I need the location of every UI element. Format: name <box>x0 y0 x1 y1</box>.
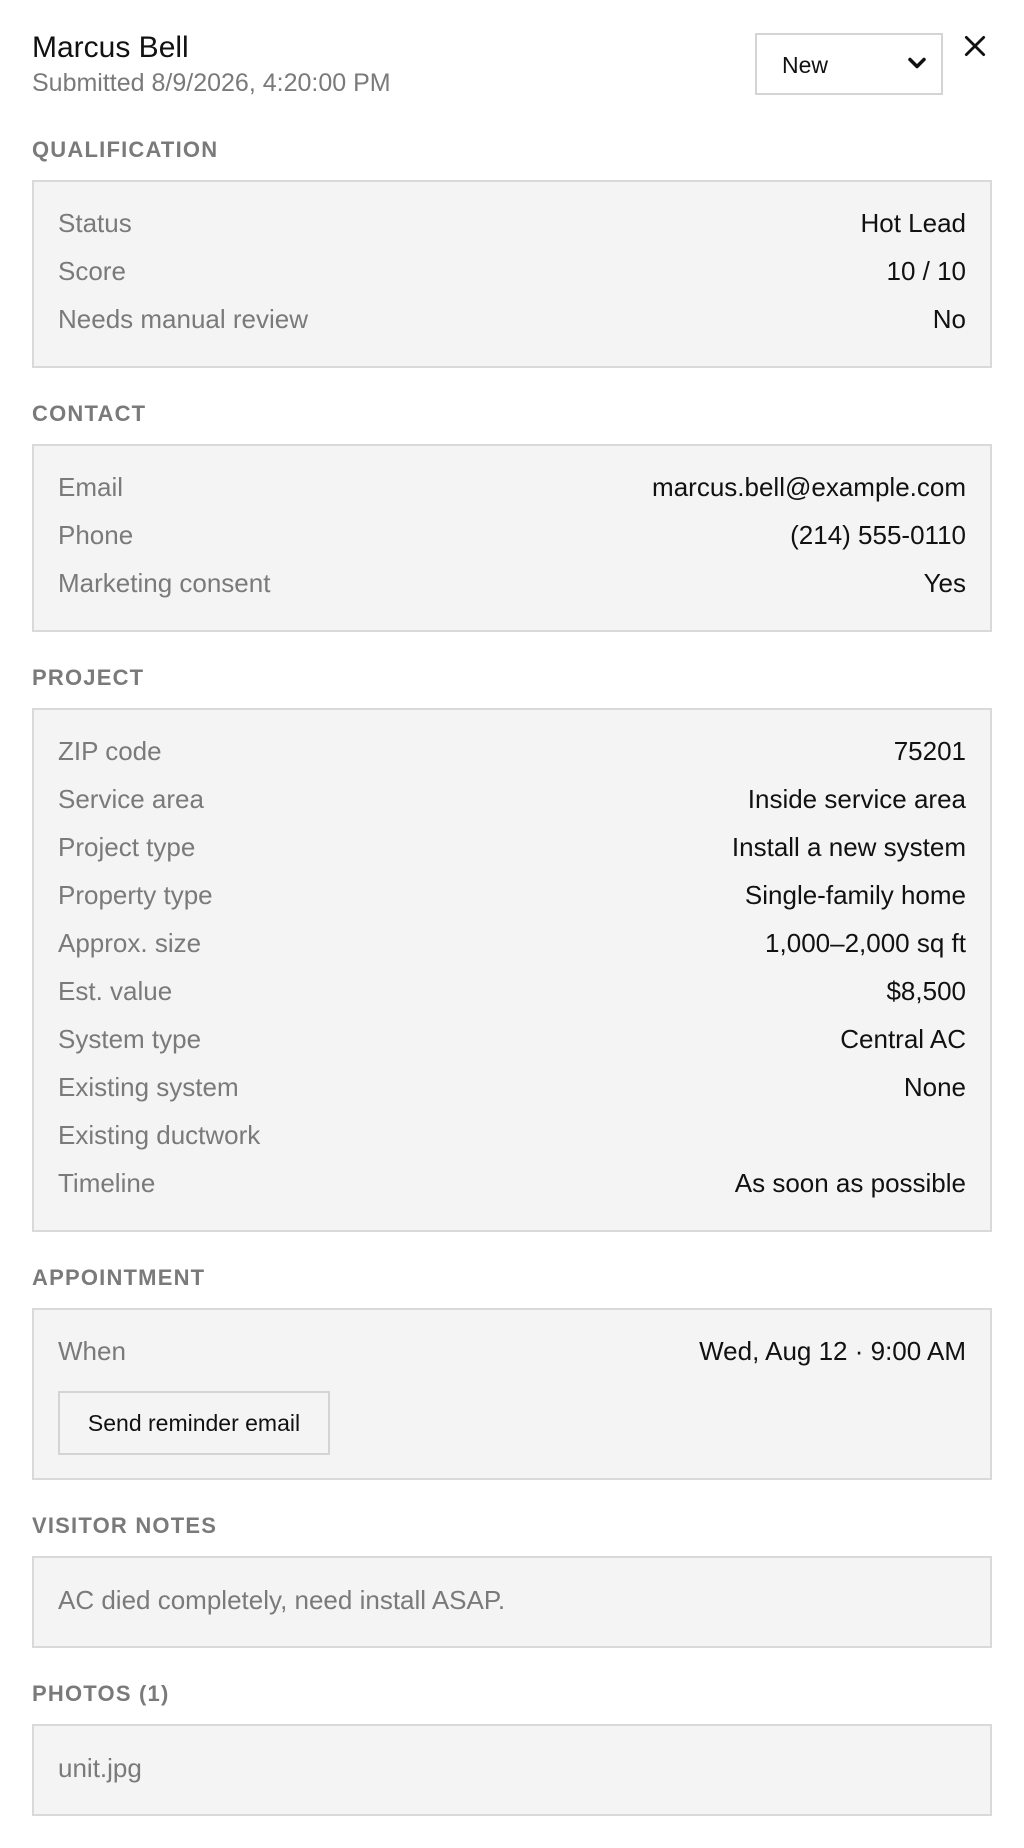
detail-row: When Wed, Aug 12 · 9:00 AM <box>58 1329 966 1377</box>
close-button[interactable] <box>957 28 993 64</box>
lead-name: Marcus Bell <box>32 31 189 64</box>
row-key: System type <box>58 1024 202 1054</box>
detail-row: Needs manual review No <box>58 297 966 345</box>
detail-row: ZIP code 75201 <box>58 729 966 777</box>
row-value: No <box>932 304 966 334</box>
row-value: Central AC <box>840 1024 966 1054</box>
row-value: Install a new system <box>731 832 966 862</box>
detail-row: Existing ductwork <box>58 1113 966 1161</box>
row-key: ZIP code <box>58 736 162 766</box>
appointment-card: When Wed, Aug 12 · 9:00 AM Send reminder… <box>32 1308 992 1480</box>
detail-row: Phone (214) 555-0110 <box>58 513 966 561</box>
appointment-rows: When Wed, Aug 12 · 9:00 AM <box>58 1329 966 1377</box>
section-label-contact: CONTACT <box>32 401 147 426</box>
status-select[interactable]: New <box>755 33 943 95</box>
section-label-appointment: APPOINTMENT <box>32 1265 206 1290</box>
row-key: Service area <box>58 784 204 814</box>
chevron-down-icon <box>908 57 926 69</box>
section-label-project: PROJECT <box>32 665 145 690</box>
detail-row: Property type Single-family home <box>58 873 966 921</box>
submitted-timestamp: Submitted 8/9/2026, 4:20:00 PM <box>32 69 391 97</box>
photos-card: unit.jpg <box>32 1724 992 1816</box>
row-value: As soon as possible <box>734 1168 966 1198</box>
status-select-value: New <box>782 52 829 78</box>
row-value: Single-family home <box>744 880 966 910</box>
detail-row: Status Hot Lead <box>58 201 966 249</box>
project-rows: ZIP code 75201 Service area Inside servi… <box>58 729 966 1209</box>
visitor-notes-text: AC died completely, need install ASAP. <box>58 1585 506 1615</box>
row-key: Marketing consent <box>58 568 271 598</box>
row-value: Inside service area <box>747 784 966 814</box>
detail-row: Project type Install a new system <box>58 825 966 873</box>
detail-row: System type Central AC <box>58 1017 966 1065</box>
row-key: Approx. size <box>58 928 202 958</box>
detail-row: Score 10 / 10 <box>58 249 966 297</box>
row-key: Existing system <box>58 1072 239 1102</box>
section-label-qualification: QUALIFICATION <box>32 137 219 162</box>
qualification-rows: Status Hot Lead Score 10 / 10 Needs manu… <box>58 201 966 345</box>
row-key: Existing ductwork <box>58 1120 261 1150</box>
qualification-card: Status Hot Lead Score 10 / 10 Needs manu… <box>32 180 992 368</box>
row-value: 1,000–2,000 sq ft <box>765 928 966 958</box>
section-label-photos: PHOTOS (1) <box>32 1681 170 1706</box>
photo-file-link[interactable]: unit.jpg <box>58 1752 142 1784</box>
row-key: Status <box>58 208 132 238</box>
visitor-notes-card: AC died completely, need install ASAP. <box>32 1556 992 1648</box>
send-reminder-button[interactable]: Send reminder email <box>58 1391 330 1455</box>
email-value: marcus.bell@example.com <box>652 472 966 502</box>
row-key: Email <box>58 472 124 502</box>
row-value: Yes <box>923 568 966 598</box>
row-value: None <box>903 1072 966 1102</box>
row-key: Phone <box>58 520 134 550</box>
contact-card: Email marcus.bell@example.com Phone (214… <box>32 444 992 632</box>
phone-value: (214) 555-0110 <box>790 520 966 550</box>
lead-detail-panel: Marcus Bell Submitted 8/9/2026, 4:20:00 … <box>0 0 1024 1848</box>
close-icon <box>964 35 986 57</box>
detail-row: Est. value $8,500 <box>58 969 966 1017</box>
row-key: Score <box>58 256 126 286</box>
contact-rows: Email marcus.bell@example.com Phone (214… <box>58 465 966 609</box>
section-label-visitor-notes: VISITOR NOTES <box>32 1513 218 1538</box>
row-value: 75201 <box>893 736 966 766</box>
row-value: 10 / 10 <box>886 256 966 286</box>
row-key: Est. value <box>58 976 173 1006</box>
row-value: Hot Lead <box>860 208 966 238</box>
appointment-datetime: Wed, Aug 12 · 9:00 AM <box>699 1336 966 1366</box>
detail-row: Service area Inside service area <box>58 777 966 825</box>
detail-row: Timeline As soon as possible <box>58 1161 966 1209</box>
row-key: Timeline <box>58 1168 156 1198</box>
detail-row: Marketing consent Yes <box>58 561 966 609</box>
detail-row: Email marcus.bell@example.com <box>58 465 966 513</box>
row-key: Project type <box>58 832 196 862</box>
detail-row: Approx. size 1,000–2,000 sq ft <box>58 921 966 969</box>
lead-header: Marcus Bell Submitted 8/9/2026, 4:20:00 … <box>32 28 992 108</box>
project-card: ZIP code 75201 Service area Inside servi… <box>32 708 992 1232</box>
detail-row: Existing system None <box>58 1065 966 1113</box>
row-key: Needs manual review <box>58 304 309 334</box>
row-key: Property type <box>58 880 213 910</box>
row-value: $8,500 <box>886 976 966 1006</box>
row-key: When <box>58 1336 126 1366</box>
